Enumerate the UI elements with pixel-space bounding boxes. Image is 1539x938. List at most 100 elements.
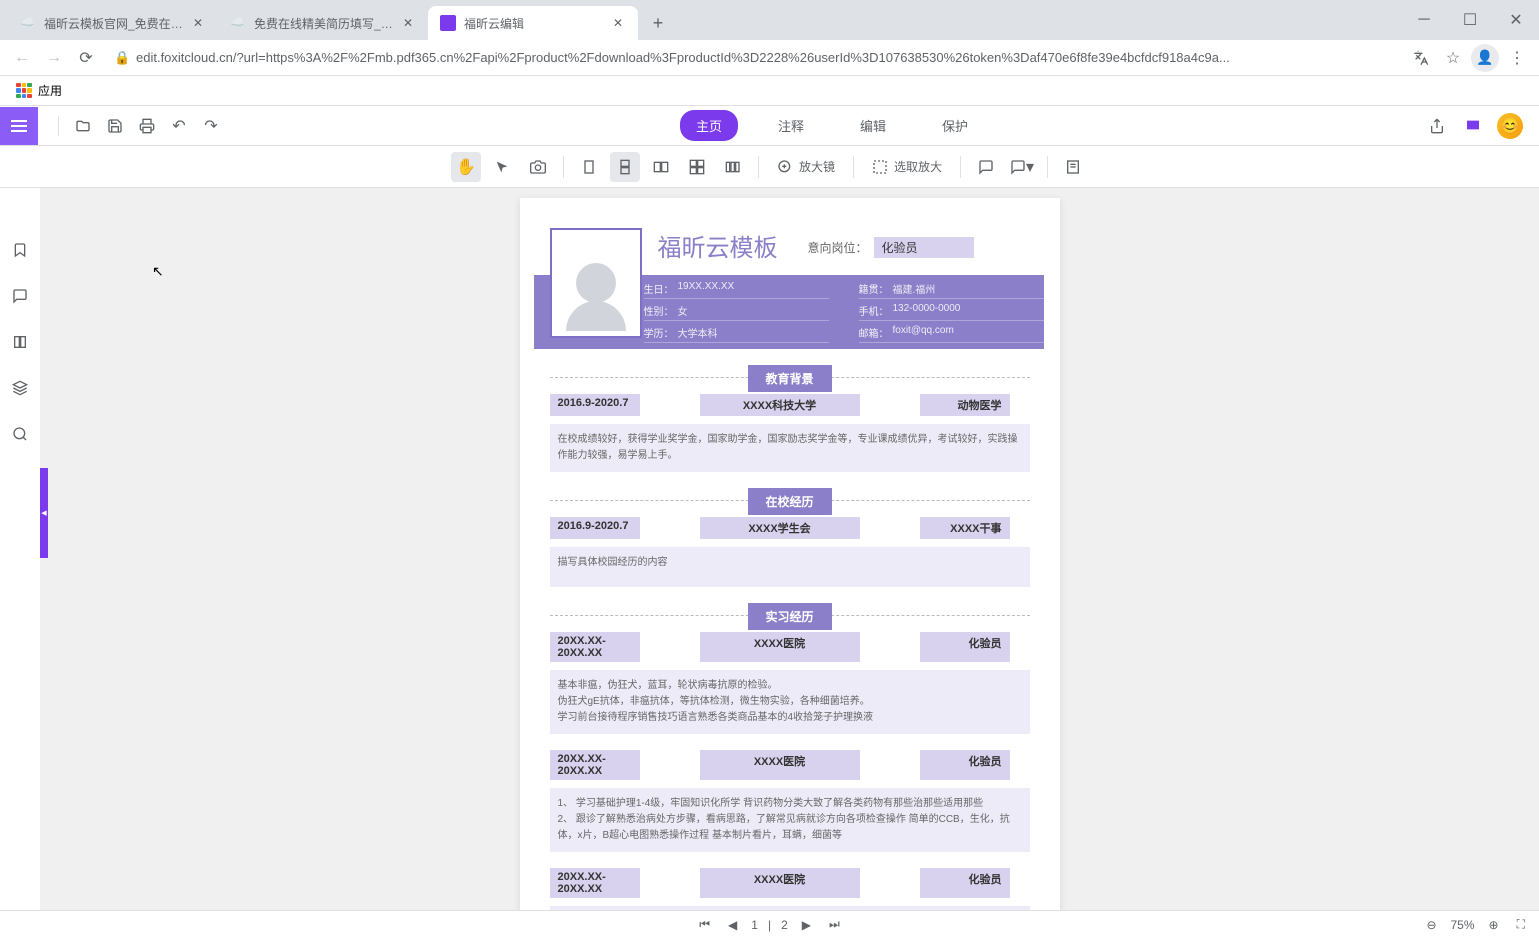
snapshot-tool[interactable] (523, 152, 553, 182)
profile-button[interactable]: 👤 (1471, 44, 1499, 72)
intern-role[interactable]: 化验员 (920, 868, 1010, 898)
total-pages: 2 (781, 918, 788, 932)
intern-desc[interactable]: 基本非瘟，伪狂犬，蓝耳，轮状病毒抗原的检验。 伪狂犬gE抗体，非瘟抗体，等抗体检… (550, 670, 1030, 734)
browser-tab-1[interactable]: ☁️ 福昕云模板官网_免费在线PDF模 ✕ (8, 6, 218, 40)
position-label: 意向岗位： (808, 239, 868, 256)
education-major[interactable]: 动物医学 (920, 394, 1010, 416)
minimize-button[interactable]: ─ (1401, 0, 1447, 40)
zoom-level[interactable]: 75% (1451, 918, 1475, 932)
intern-company[interactable]: XXXX医院 (700, 750, 860, 780)
cover-facing-view[interactable] (718, 152, 748, 182)
url-input[interactable]: 🔒 edit.foxitcloud.cn/?url=https%3A%2F%2F… (104, 44, 1403, 72)
campus-date[interactable]: 2016.9-2020.7 (550, 517, 640, 539)
current-page[interactable]: 1 (751, 918, 758, 932)
maximize-button[interactable]: ☐ (1447, 0, 1493, 40)
intern-company[interactable]: XXXX医院 (700, 868, 860, 898)
marquee-label: 选取放大 (894, 158, 942, 175)
edu-value[interactable]: 大学本科 (678, 325, 718, 340)
phone-value[interactable]: 132-0000-0000 (893, 303, 961, 318)
intern-date[interactable]: 20XX.XX-20XX.XX (550, 868, 640, 898)
zoom-out-button[interactable]: ⊖ (1422, 916, 1440, 934)
save-button[interactable] (103, 114, 127, 138)
tab-protect[interactable]: 保护 (926, 110, 984, 141)
bookmarks-panel-button[interactable] (8, 238, 32, 262)
comment-tool[interactable] (971, 152, 1001, 182)
last-page-button[interactable]: ⏭ (825, 915, 844, 934)
intern-date[interactable]: 20XX.XX-20XX.XX (550, 750, 640, 780)
undo-button[interactable]: ↶ (167, 114, 191, 138)
open-button[interactable] (71, 114, 95, 138)
apps-bookmark[interactable]: 应用 (8, 78, 70, 103)
magnifier-button[interactable]: 放大镜 (769, 152, 843, 182)
magnifier-label: 放大镜 (799, 158, 835, 175)
status-bar: ⏮ ◀ 1 | 2 ▶ ⏭ ⊖ 75% ⊕ ⛶ (0, 910, 1539, 938)
phone-label: 手机： (859, 303, 889, 318)
gender-value[interactable]: 女 (678, 303, 688, 318)
select-tool[interactable] (487, 152, 517, 182)
education-date[interactable]: 2016.9-2020.7 (550, 394, 640, 416)
layers-panel-button[interactable] (8, 376, 32, 400)
continuous-facing-view[interactable] (682, 152, 712, 182)
app-toolbar: ↶ ↷ 主页 注释 编辑 保护 😊 (0, 106, 1539, 146)
present-button[interactable] (1461, 114, 1485, 138)
document-canvas[interactable]: ↖ 福昕云模板 意向岗位： 化验员 生 (40, 188, 1539, 910)
campus-role[interactable]: XXXX干事 (920, 517, 1010, 539)
facing-view[interactable] (646, 152, 676, 182)
browser-tab-2[interactable]: ☁️ 免费在线精美简历填写_专业简历 ✕ (218, 6, 428, 40)
url-text: edit.foxitcloud.cn/?url=https%3A%2F%2Fmb… (136, 50, 1393, 65)
birth-label: 生日： (644, 281, 674, 296)
close-icon[interactable]: ✕ (400, 15, 416, 31)
close-window-button[interactable]: ✕ (1493, 0, 1539, 40)
fit-page-button[interactable]: ⛶ (1513, 915, 1529, 934)
first-page-button[interactable]: ⏮ (695, 915, 714, 934)
intern-role[interactable]: 化验员 (920, 632, 1010, 662)
translate-icon[interactable] (1407, 44, 1435, 72)
native-value[interactable]: 福建.福州 (893, 281, 936, 296)
birth-value[interactable]: 19XX.XX.XX (678, 281, 735, 296)
education-school[interactable]: XXXX科技大学 (700, 394, 860, 416)
new-tab-button[interactable]: + (644, 9, 672, 37)
back-button[interactable]: ← (8, 44, 36, 72)
intern-role[interactable]: 化验员 (920, 750, 1010, 780)
star-icon[interactable]: ☆ (1439, 44, 1467, 72)
next-page-button[interactable]: ▶ (798, 916, 815, 934)
continuous-view[interactable] (610, 152, 640, 182)
close-icon[interactable]: ✕ (190, 15, 206, 31)
menu-icon[interactable]: ⋮ (1503, 44, 1531, 72)
resume-title: 福昕云模板 (658, 228, 778, 263)
email-value[interactable]: foxit@qq.com (893, 325, 954, 340)
tab-annotate[interactable]: 注释 (762, 110, 820, 141)
prev-page-button[interactable]: ◀ (724, 916, 741, 934)
campus-org[interactable]: XXXX学生会 (700, 517, 860, 539)
thumbnails-panel-button[interactable] (8, 330, 32, 354)
intern-company[interactable]: XXXX医院 (700, 632, 860, 662)
search-panel-button[interactable] (8, 422, 32, 446)
browser-tab-3-active[interactable]: 福昕云编辑 ✕ (428, 6, 638, 40)
forward-button[interactable]: → (40, 44, 68, 72)
user-avatar[interactable]: 😊 (1497, 113, 1523, 139)
form-tool[interactable] (1058, 152, 1088, 182)
intern-desc[interactable]: 1、 学习基础护理1-4级，牢固知识化所学 背识药物分类大致了解各类药物有那些治… (550, 788, 1030, 852)
comments-panel-button[interactable] (8, 284, 32, 308)
comment-dropdown[interactable]: ▾ (1007, 152, 1037, 182)
print-button[interactable] (135, 114, 159, 138)
redo-button[interactable]: ↷ (199, 114, 223, 138)
apps-label: 应用 (38, 82, 62, 99)
hand-tool[interactable]: ✋ (451, 152, 481, 182)
marquee-zoom-button[interactable]: 选取放大 (864, 152, 950, 182)
zoom-in-button[interactable]: ⊕ (1485, 916, 1503, 934)
tab-edit[interactable]: 编辑 (844, 110, 902, 141)
intern-date[interactable]: 20XX.XX-20XX.XX (550, 632, 640, 662)
campus-desc[interactable]: 描写具体校园经历的内容 (550, 547, 1030, 587)
single-page-view[interactable] (574, 152, 604, 182)
page-separator: | (768, 918, 771, 932)
menu-button[interactable] (0, 107, 38, 145)
reload-button[interactable]: ⟳ (72, 44, 100, 72)
sidebar-collapse-handle[interactable] (40, 468, 48, 558)
close-icon[interactable]: ✕ (610, 15, 626, 31)
share-button[interactable] (1425, 114, 1449, 138)
tab-home[interactable]: 主页 (680, 110, 738, 141)
education-desc[interactable]: 在校成绩较好，获得学业奖学金，国家助学金，国家励志奖学金等，专业课成绩优异，考试… (550, 424, 1030, 472)
position-value[interactable]: 化验员 (874, 237, 974, 258)
photo-placeholder[interactable] (550, 228, 642, 338)
